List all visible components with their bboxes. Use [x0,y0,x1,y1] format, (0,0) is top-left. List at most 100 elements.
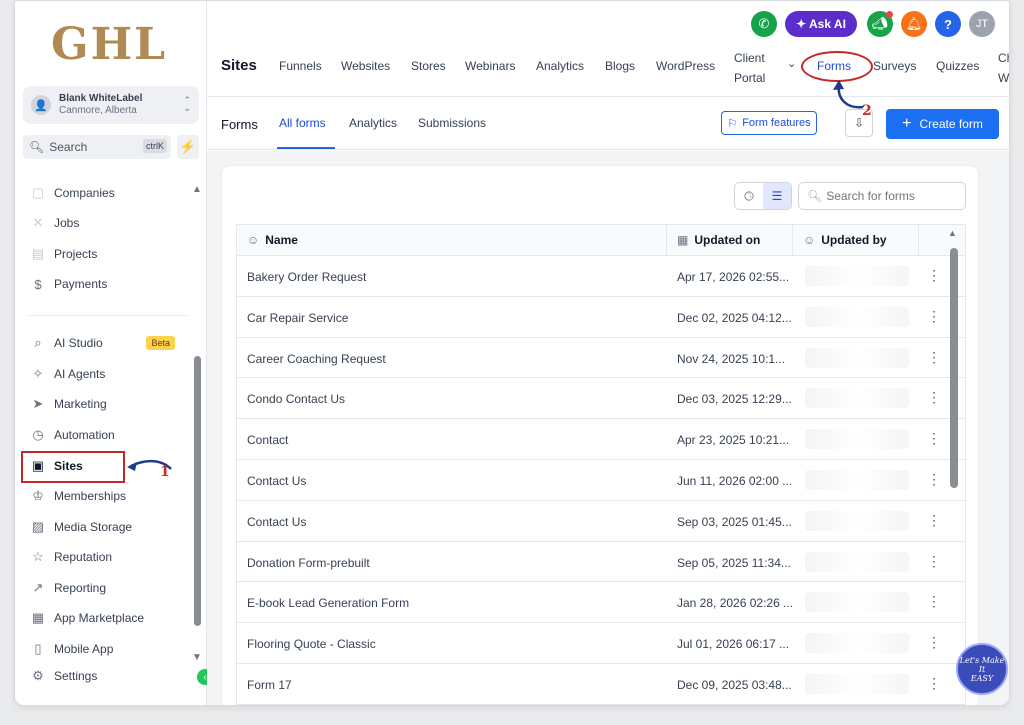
column-header-updated-by[interactable]: ☺ Updated by [803,233,887,247]
table-row[interactable]: Form 17 Dec 09, 2025 03:48... ⋮ [237,664,965,705]
quick-actions-bolt-icon[interactable]: ⚡ [177,135,199,159]
forms-section-title: Forms [221,117,258,132]
sidebar-item-ai-studio[interactable]: ⌕ AI Studio Beta [29,331,189,355]
tab-all-forms[interactable]: All forms [279,116,326,130]
create-form-button[interactable]: + Create form [886,109,999,139]
table-row[interactable]: E-book Lead Generation Form Jan 28, 2026 … [237,582,965,624]
clock-icon[interactable]: 🕓︎ [735,183,763,209]
form-name[interactable]: Form 17 [247,678,292,692]
reputation-icon: ☆ [32,549,44,564]
topnav-blogs[interactable]: Blogs [605,59,635,73]
topnav-websites[interactable]: Websites [341,59,390,73]
lets-make-it-easy-badge: Let's Make It EASY [956,643,1008,695]
more-options-icon[interactable]: ⋮ [927,267,941,284]
table-row[interactable]: Car Repair Service Dec 02, 2025 04:12... ⋮ [237,297,965,338]
ask-ai-button[interactable]: ✦ Ask AI [785,11,857,37]
more-options-icon[interactable]: ⋮ [927,675,941,692]
table-row[interactable]: Contact Apr 23, 2025 10:21... ⋮ [237,419,965,460]
forms-search-input[interactable] [826,189,957,203]
sidebar-item-app-marketplace[interactable]: ▦ App Marketplace [29,606,189,630]
forms-search[interactable]: 🔍︎ [798,182,966,210]
topnav-surveys[interactable]: Surveys [873,59,916,73]
marketing-icon: ➤ [32,396,44,411]
table-row[interactable]: Flooring Quote - Classic Jul 01, 2026 06:… [237,623,965,664]
sidebar-item-label: AI Studio [54,336,103,350]
app-window: GHL 👤 Blank WhiteLabel Canmore, Alberta … [14,0,1010,706]
form-name[interactable]: Bakery Order Request [247,270,366,284]
form-name[interactable]: E-book Lead Generation Form [247,596,409,610]
phone-icon[interactable]: ✆ [751,11,777,37]
table-row[interactable]: Contact Us Jun 11, 2026 02:00 ... ⋮ [237,460,965,501]
form-name[interactable]: Flooring Quote - Classic [247,637,376,651]
more-options-icon[interactable]: ⋮ [927,471,941,488]
sidebar-scrollbar[interactable] [194,356,201,626]
sidebar-item-ai-agents[interactable]: ✧ AI Agents [29,362,189,386]
topnav-analytics[interactable]: Analytics [536,59,584,73]
more-options-icon[interactable]: ⋮ [927,634,941,651]
table-row[interactable]: Bakery Order Request Apr 17, 2026 02:55..… [237,256,965,297]
sidebar-item-reputation[interactable]: ☆ Reputation [29,545,189,569]
more-options-icon[interactable]: ⋮ [927,308,941,325]
column-header-name[interactable]: ☺ Name [247,233,298,247]
sidebar-item-mobile-app[interactable]: ▯ Mobile App [29,637,189,661]
ai-studio-icon: ⌕ [34,335,42,350]
more-options-icon[interactable]: ⋮ [927,349,941,366]
top-bar: ✆ ✦ Ask AI 📣︎ 🔔︎ ? JT Sites Funnels Webs… [207,1,1009,97]
sidebar-search[interactable]: 🔍︎ Search ctrlK [23,135,171,159]
view-toggle[interactable]: 🕓︎ ☰ [734,182,792,210]
sidebar-scroll-down-icon[interactable]: ▼ [192,652,202,663]
active-tab-indicator [277,147,335,149]
sidebar-item-jobs[interactable]: ✕ Jobs [29,211,189,235]
column-header-updated-on[interactable]: ▦ Updated on [677,233,760,247]
more-options-icon[interactable]: ⋮ [927,389,941,406]
table-row[interactable]: Career Coaching Request Nov 24, 2025 10:1… [237,338,965,379]
help-icon[interactable]: ? [935,11,961,37]
table-row[interactable]: Contact Us Sep 03, 2025 01:45... ⋮ [237,501,965,542]
ai-agents-icon: ✧ [32,366,44,381]
sidebar-item-payments[interactable]: $ Payments [29,272,189,296]
table-row[interactable]: Condo Contact Us Dec 03, 2025 12:29... ⋮ [237,378,965,420]
user-avatar[interactable]: JT [969,11,995,37]
sidebar-item-marketing[interactable]: ➤ Marketing [29,392,189,416]
topnav-webinars[interactable]: Webinars [465,59,515,73]
more-options-icon[interactable]: ⋮ [927,430,941,447]
tab-analytics[interactable]: Analytics [349,116,397,130]
sidebar-item-settings[interactable]: ⚙ Settings [29,664,189,688]
form-name[interactable]: Contact Us [247,515,306,529]
sidebar-item-reporting[interactable]: ↗ Reporting [29,576,189,600]
sidebar-item-projects[interactable]: ▤ Projects [29,242,189,266]
plus-icon: + [902,115,912,132]
form-name[interactable]: Donation Form-prebuilt [247,556,370,570]
bell-icon[interactable]: 🔔︎ [901,11,927,37]
table-scrollbar[interactable] [950,248,958,488]
topnav-chat-widget[interactable]: Chat Widg [998,48,1009,88]
more-options-icon[interactable]: ⋮ [927,553,941,570]
callout-step-2: 2 [862,103,872,119]
more-options-icon[interactable]: ⋮ [927,593,941,610]
form-features-button[interactable]: ⚐ Form features [721,111,817,135]
sidebar-item-memberships[interactable]: ♔ Memberships [29,484,189,508]
sidebar-item-automation[interactable]: ◷ Automation [29,423,189,447]
table-scroll-up-icon[interactable]: ▲ [948,228,957,238]
tab-submissions[interactable]: Submissions [418,116,486,130]
list-view-icon[interactable]: ☰ [763,183,791,209]
table-row[interactable]: Donation Form-prebuilt Sep 05, 2025 11:34… [237,542,965,583]
topnav-stores[interactable]: Stores [411,59,446,73]
form-name[interactable]: Contact Us [247,474,306,488]
chevron-updown-icon: ⌃ ⌄ [183,95,191,113]
form-name[interactable]: Contact [247,433,288,447]
topnav-funnels[interactable]: Funnels [279,59,322,73]
form-name[interactable]: Condo Contact Us [247,392,345,406]
sidebar-item-media-storage[interactable]: ▨ Media Storage [29,515,189,539]
sidebar-scroll-up-icon[interactable]: ▲ [192,184,202,195]
search-shortcut: ctrlK [143,139,167,153]
chevron-down-icon[interactable]: ⌄ [787,57,796,70]
topnav-quizzes[interactable]: Quizzes [936,59,979,73]
more-options-icon[interactable]: ⋮ [927,512,941,529]
topnav-client-portal[interactable]: Client Portal [734,48,765,88]
form-name[interactable]: Career Coaching Request [247,352,386,366]
topnav-wordpress[interactable]: WordPress [656,59,715,73]
sidebar-item-companies[interactable]: ▢ Companies [29,181,189,205]
form-name[interactable]: Car Repair Service [247,311,348,325]
account-switcher[interactable]: 👤 Blank WhiteLabel Canmore, Alberta ⌃ ⌄ [23,86,199,124]
